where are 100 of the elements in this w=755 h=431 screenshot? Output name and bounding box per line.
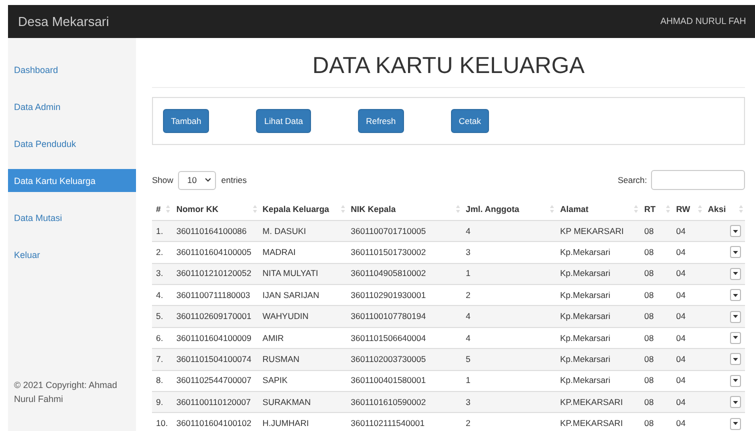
table-cell: 3601104905810002 — [350, 268, 426, 278]
table-cell: 2 — [466, 290, 470, 300]
table-cell: Kp.Mekarsari — [560, 311, 610, 322]
table-cell: 3601102544700007 — [176, 375, 252, 386]
table-cell: 08 — [644, 332, 654, 343]
table-cell: 08 — [644, 290, 654, 300]
column-header[interactable]: Alamat — [560, 204, 588, 214]
caret-icon — [733, 379, 738, 382]
table-cell: AMIR — [262, 332, 284, 343]
table-cell: 04 — [676, 268, 686, 278]
search-label: Search: — [618, 174, 647, 187]
column-header[interactable]: # — [156, 204, 161, 214]
action-dropdown[interactable] — [730, 396, 741, 408]
table-cell: 5 — [466, 354, 470, 364]
table-cell: 8. — [156, 375, 164, 386]
table-cell: 3601101210120052 — [176, 268, 252, 278]
table-cell: H.JUMHARI — [262, 418, 309, 428]
show-label: Show — [152, 174, 174, 187]
table-cell: 3601101504100074 — [176, 354, 252, 364]
table-cell: IJAN SARIJAN — [262, 290, 320, 300]
table-cell: 3 — [466, 396, 470, 407]
table-cell: Kp.Mekarsari — [560, 332, 610, 343]
entries-select[interactable]: 10 — [178, 170, 216, 190]
action-dropdown[interactable] — [730, 268, 741, 280]
table-cell: 3601101501730002 — [350, 247, 426, 258]
table-cell: 04 — [676, 332, 686, 343]
table-cell: KP MEKARSARI — [560, 226, 624, 236]
table-cell: 04 — [676, 311, 686, 322]
user-name[interactable]: AHMAD NURUL FAH — [660, 14, 746, 28]
column-header[interactable]: Aksi — [708, 204, 726, 214]
action-dropdown[interactable] — [730, 418, 741, 430]
caret-icon — [733, 315, 738, 318]
table-cell: 1. — [156, 226, 164, 236]
toolbar-button[interactable]: Refresh — [358, 108, 404, 134]
action-dropdown[interactable] — [730, 310, 741, 323]
table-cell: 2 — [466, 418, 470, 428]
table-cell: 3601102111540001 — [350, 418, 425, 428]
action-dropdown[interactable] — [730, 289, 741, 302]
column-header[interactable]: Kepala Keluarga — [262, 204, 330, 214]
table-cell: 04 — [676, 375, 686, 386]
table-cell: 1 — [466, 375, 470, 386]
column-header[interactable]: NIK Kepala — [350, 204, 396, 214]
column-header[interactable]: RW — [676, 204, 690, 214]
entries-label: entries — [221, 174, 247, 187]
caret-icon — [733, 294, 738, 297]
page-title: DATA KARTU KELUARGA — [152, 52, 745, 88]
table-cell: 3601102609170001 — [176, 311, 252, 322]
table-cell: 2. — [156, 247, 164, 258]
table-cell: SURAKMAN — [262, 396, 311, 407]
sidebar-item[interactable]: Data Kartu Keluarga — [8, 169, 136, 192]
table-cell: 04 — [676, 396, 686, 407]
table-cell: 04 — [676, 226, 686, 236]
search-field[interactable] — [651, 170, 745, 190]
toolbar-button[interactable]: Tambah — [163, 108, 210, 134]
table-cell: Kp.Mekarsari — [560, 247, 610, 258]
table-cell: 04 — [676, 418, 686, 428]
table-cell: Kp.Mekarsari — [560, 354, 610, 364]
table-cell: 7. — [156, 354, 164, 364]
table-cell: RUSMAN — [262, 354, 300, 364]
action-dropdown[interactable] — [730, 374, 741, 387]
brand-title[interactable]: Desa Mekarsari — [18, 12, 110, 32]
toolbar-button[interactable]: Lihat Data — [256, 108, 311, 134]
table-cell: 04 — [676, 247, 686, 258]
table-cell: 08 — [644, 226, 654, 236]
table-cell: 04 — [676, 290, 686, 300]
table-cell: 3601100110120007 — [176, 396, 251, 407]
table-cell: Kp.Mekarsari — [560, 375, 610, 386]
column-header[interactable]: Nomor KK — [176, 204, 218, 214]
sidebar-item[interactable]: Data Mutasi — [8, 206, 136, 229]
table-cell: 04 — [676, 354, 686, 364]
table-cell: 08 — [644, 375, 654, 386]
toolbar-button[interactable]: Cetak — [450, 108, 489, 134]
table-cell: 10. — [156, 418, 168, 428]
table-cell: M. DASUKI — [262, 226, 306, 236]
table-cell: 3601101610590002 — [350, 396, 426, 407]
action-dropdown[interactable] — [730, 225, 741, 238]
action-dropdown[interactable] — [730, 332, 741, 344]
action-dropdown[interactable] — [730, 353, 741, 366]
table-cell: 4. — [156, 290, 164, 300]
caret-icon — [733, 336, 738, 340]
table-cell: 3601100107780194 — [350, 311, 426, 322]
table-cell: 3601101506640004 — [350, 332, 426, 343]
chevron-icon — [205, 178, 212, 182]
sidebar-item[interactable]: Data Penduduk — [8, 132, 136, 155]
table-cell: 360110164100086 — [176, 226, 247, 236]
table-cell: 3 — [466, 247, 470, 258]
table-cell: SAPIK — [262, 375, 288, 386]
table-cell: Kp.Mekarsari — [560, 268, 610, 278]
column-header[interactable]: Jml. Anggota — [466, 204, 520, 214]
caret-icon — [733, 422, 738, 426]
action-dropdown[interactable] — [730, 246, 741, 258]
table-cell: 4 — [466, 311, 470, 322]
sidebar-item[interactable]: Keluar — [8, 243, 136, 266]
table-cell: KP.MEKARSARI — [560, 418, 623, 428]
table-cell: 08 — [644, 268, 654, 278]
sidebar-item[interactable]: Data Admin — [8, 95, 136, 118]
table-cell: 4 — [466, 226, 470, 236]
sidebar-item[interactable]: Dashboard — [8, 58, 136, 81]
table-cell: 08 — [644, 311, 654, 322]
column-header[interactable]: RT — [644, 204, 656, 214]
